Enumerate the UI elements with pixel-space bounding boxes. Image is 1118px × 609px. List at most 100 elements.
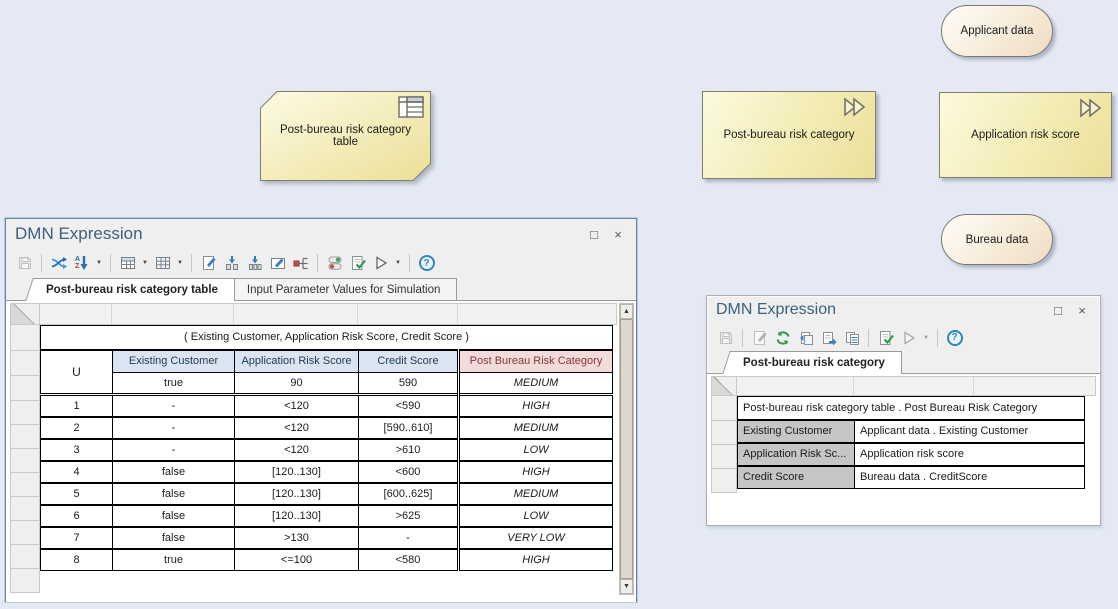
- rule-number[interactable]: 3: [41, 439, 113, 461]
- edit-cell-icon[interactable]: [267, 253, 288, 274]
- rule-input-cell[interactable]: [600..625]: [359, 483, 459, 505]
- scrollbar-track[interactable]: [620, 319, 633, 579]
- tab-post-bureau-risk-category[interactable]: Post-bureau risk category: [733, 351, 902, 374]
- rule-input-cell[interactable]: false: [113, 461, 235, 483]
- rule-number[interactable]: 1: [41, 395, 113, 417]
- help-icon[interactable]: ?: [416, 253, 437, 274]
- table-style-icon[interactable]: [117, 253, 138, 274]
- rule-input-cell[interactable]: [120..130]: [235, 461, 359, 483]
- export-icon[interactable]: [818, 327, 839, 348]
- rule-output-cell[interactable]: VERY LOW: [459, 527, 613, 549]
- row-header[interactable]: [10, 425, 40, 449]
- rule-number[interactable]: 7: [41, 527, 113, 549]
- rule-number[interactable]: 4: [41, 461, 113, 483]
- rule-input-cell[interactable]: false: [113, 527, 235, 549]
- rule-input-cell[interactable]: <580: [359, 549, 459, 571]
- run-simulation-icon[interactable]: [898, 327, 919, 348]
- binding-value[interactable]: Bureau data . CreditScore: [855, 466, 1085, 489]
- sort-dropdown-icon[interactable]: ▼: [94, 260, 104, 266]
- rule-output-cell[interactable]: MEDIUM: [459, 483, 613, 505]
- maximize-button[interactable]: □: [582, 227, 606, 242]
- test-value-cell[interactable]: true: [113, 373, 235, 395]
- test-value-cell[interactable]: 590: [359, 373, 459, 395]
- save-icon[interactable]: [14, 253, 35, 274]
- grid-corner-cell[interactable]: [10, 303, 40, 325]
- edit-expression-icon[interactable]: [749, 327, 770, 348]
- rule-input-cell[interactable]: [120..130]: [235, 505, 359, 527]
- rule-input-cell[interactable]: >610: [359, 439, 459, 461]
- row-header[interactable]: [10, 545, 40, 569]
- row-header[interactable]: [711, 396, 737, 421]
- rule-output-cell[interactable]: MEDIUM: [459, 417, 613, 439]
- sort-icon[interactable]: AZ: [71, 253, 92, 274]
- row-header[interactable]: [10, 449, 40, 473]
- run-dropdown-icon[interactable]: ▼: [393, 260, 403, 266]
- row-header[interactable]: [10, 497, 40, 521]
- invoked-expression-cell[interactable]: Post-bureau risk category table . Post B…: [738, 397, 1085, 420]
- rule-input-cell[interactable]: <=100: [235, 549, 359, 571]
- rule-number[interactable]: 8: [41, 549, 113, 571]
- binding-parameter[interactable]: Existing Customer: [738, 420, 855, 443]
- input-data-shape-bureau-data[interactable]: Bureau data: [941, 214, 1053, 265]
- row-header[interactable]: [711, 421, 737, 445]
- help-icon[interactable]: ?: [944, 327, 965, 348]
- validate-icon[interactable]: [875, 327, 896, 348]
- parameter-list-cell[interactable]: ( Existing Customer, Application Risk Sc…: [41, 326, 613, 350]
- rule-input-cell[interactable]: true: [113, 549, 235, 571]
- rule-input-cell[interactable]: <120: [235, 395, 359, 417]
- rule-number[interactable]: 5: [41, 483, 113, 505]
- rule-input-cell[interactable]: <120: [235, 439, 359, 461]
- rule-input-cell[interactable]: false: [113, 483, 235, 505]
- close-button[interactable]: ×: [1070, 303, 1094, 318]
- decision-shape-application-risk-score[interactable]: Application risk score: [939, 92, 1112, 178]
- maximize-button[interactable]: □: [1046, 303, 1070, 318]
- rule-input-cell[interactable]: -: [113, 417, 235, 439]
- simulation-toggle-icon[interactable]: [324, 253, 345, 274]
- row-header[interactable]: [10, 401, 40, 425]
- rule-output-cell[interactable]: LOW: [459, 505, 613, 527]
- rule-input-cell[interactable]: [590..610]: [359, 417, 459, 439]
- row-header[interactable]: [10, 569, 40, 593]
- bkm-shape-post-bureau-risk-category-table[interactable]: Post-bureau risk category table: [260, 91, 431, 181]
- run-simulation-icon[interactable]: [370, 253, 391, 274]
- input-column-header[interactable]: Credit Score: [359, 350, 459, 373]
- grid-style-icon[interactable]: [152, 253, 173, 274]
- rule-input-cell[interactable]: <590: [359, 395, 459, 417]
- validate-icon[interactable]: [347, 253, 368, 274]
- rule-input-cell[interactable]: <120: [235, 417, 359, 439]
- scroll-up-icon[interactable]: ▲: [620, 304, 633, 319]
- rule-input-cell[interactable]: >625: [359, 505, 459, 527]
- binding-parameter[interactable]: Application Risk Sc...: [738, 443, 855, 466]
- shuffle-icon[interactable]: [48, 253, 69, 274]
- row-header[interactable]: [10, 473, 40, 497]
- row-header[interactable]: [10, 325, 40, 351]
- rule-output-cell[interactable]: HIGH: [459, 549, 613, 571]
- rule-input-cell[interactable]: -: [113, 439, 235, 461]
- tab-input-parameter-values[interactable]: Input Parameter Values for Simulation: [237, 278, 457, 300]
- decision-shape-post-bureau-risk-category[interactable]: Post-bureau risk category: [702, 91, 876, 179]
- output-column-header[interactable]: Post Bureau Risk Category: [459, 350, 613, 373]
- rule-input-cell[interactable]: false: [113, 505, 235, 527]
- input-column-header[interactable]: Application Risk Score: [235, 350, 359, 373]
- hit-policy-cell[interactable]: U: [41, 350, 113, 395]
- paste-icon[interactable]: [795, 327, 816, 348]
- test-value-cell[interactable]: 90: [235, 373, 359, 395]
- grid-corner-cell[interactable]: [711, 376, 737, 396]
- binding-parameter[interactable]: Credit Score: [738, 466, 855, 489]
- merge-columns-icon[interactable]: [221, 253, 242, 274]
- unmerge-columns-icon[interactable]: [244, 253, 265, 274]
- scroll-down-icon[interactable]: ▼: [620, 579, 633, 594]
- row-header[interactable]: [10, 351, 40, 376]
- close-button[interactable]: ×: [606, 227, 630, 242]
- row-header[interactable]: [711, 469, 737, 493]
- vertical-scrollbar[interactable]: ▲ ▼: [619, 303, 634, 595]
- binding-value[interactable]: Applicant data . Existing Customer: [855, 420, 1085, 443]
- scrollbar-thumb[interactable]: [620, 319, 633, 579]
- tab-post-bureau-risk-category-table[interactable]: Post-bureau risk category table: [36, 278, 235, 301]
- row-header[interactable]: [10, 521, 40, 545]
- rule-output-cell[interactable]: HIGH: [459, 395, 613, 417]
- rule-link-icon[interactable]: [290, 253, 311, 274]
- binding-value[interactable]: Application risk score: [855, 443, 1085, 466]
- test-output-cell[interactable]: MEDIUM: [459, 373, 613, 395]
- rule-input-cell[interactable]: -: [359, 527, 459, 549]
